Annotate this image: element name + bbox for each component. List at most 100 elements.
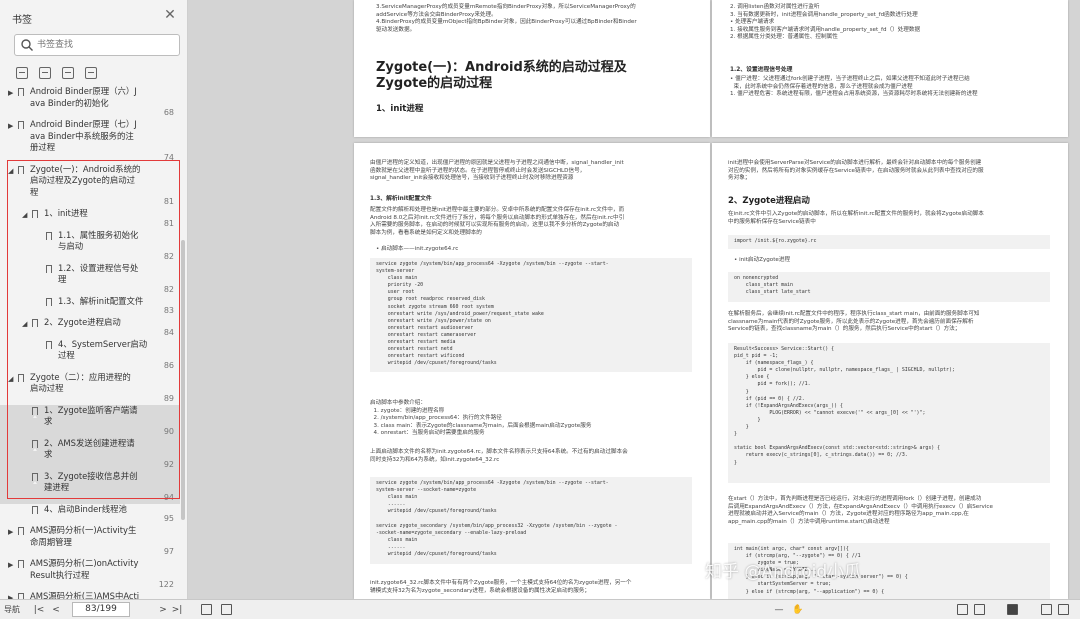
page-text: init.zygote64_32.rc脚本文件中有有两个Zygote服务，一个主…	[370, 580, 632, 594]
bookmark-icon	[18, 527, 24, 538]
bookmark-label: 1.1、属性服务初始化 与启动	[58, 229, 139, 252]
close-icon[interactable]: ✕	[162, 7, 178, 23]
prev-page-icon[interactable]: <	[50, 603, 62, 617]
bookmark-icon	[32, 319, 38, 330]
zoom-out-icon[interactable]: —	[772, 603, 786, 617]
bookmark-page-number: 82	[163, 251, 174, 261]
bookmark-item[interactable]: 1.2、设置进程信号处 理 82	[0, 263, 180, 296]
bookmark-label: 2、AMS发送创建进程请 求	[44, 437, 135, 460]
bookmark-options-icon[interactable]	[85, 67, 98, 79]
bookmark-toolbar	[16, 64, 103, 79]
play-icon[interactable]	[1007, 604, 1018, 615]
page-number-input[interactable]: 83/199	[72, 602, 130, 617]
fit-page-icon[interactable]	[1058, 604, 1069, 615]
bookmark-page-number: 81	[163, 197, 174, 206]
page-bottom-left: 由僵尸进程的定义知道，出现僵尸进程的原因就是父进程与子进程之间通信中断，sign…	[354, 143, 710, 599]
bookmark-page-number: 74	[163, 152, 174, 162]
bookmark-item[interactable]: ▶ AMS源码分析(一)Activity生 命周期管理 97	[0, 525, 180, 558]
bookmark-item[interactable]: ▶ Android Binder原理（六）J ava Binder的初始化 68	[0, 86, 180, 119]
bookmark-page-number: 84	[163, 327, 174, 337]
section-heading: 1、init进程	[376, 104, 424, 114]
page-top-left: 3.ServiceManagerProxy的成员变量mRemote指向Binde…	[354, 0, 710, 137]
bookmark-icon	[32, 406, 38, 418]
bookmark-item[interactable]: 1.3、解析init配置文件 83	[0, 296, 180, 318]
bookmark-item[interactable]: ◢ Zygote(一)：Android系统的 启动过程及Zygote的启动过 程 8…	[0, 164, 180, 209]
bookmark-page-number: 89	[163, 393, 174, 403]
bookmark-page-number: 82	[163, 284, 174, 294]
bookmark-icon	[46, 340, 52, 352]
code-block: service zygote /system/bin/app_process64…	[370, 477, 692, 564]
bookmark-icon	[18, 560, 24, 571]
bookmark-item[interactable]: ▶ AMS源码分析(二)onActivity Result执行过程 122	[0, 558, 180, 591]
expand-icon[interactable]: ▶	[8, 121, 16, 133]
document-view[interactable]: 3.ServiceManagerProxy的成员变量mRemote指向Binde…	[189, 0, 1080, 599]
bullet-text: • 启动脚本——init.zygote64.rc	[376, 246, 459, 252]
bookmark-item[interactable]: 3、Zygote接收信息并创 建进程 94	[0, 470, 180, 504]
nav-label[interactable]: 导航	[2, 603, 22, 617]
page-bottom-right: init进程中会使用ServerParse对Service的启动脚本进行解析，最…	[712, 143, 1068, 599]
bookmark-label: 4、SystemServer启动 过程	[58, 338, 148, 361]
page-heading: Zygote(一)：Android系统的启动过程及 Zygote的启动过程	[376, 60, 627, 91]
bookmark-item[interactable]: ◢ 1、init进程 81	[0, 208, 180, 230]
page-top-right: 2. 调用listen函数对对属性进行监听 3. 当有数据更新时，init进程会…	[712, 0, 1068, 137]
bookmark-search-input[interactable]	[37, 37, 175, 53]
page-text: 配置文件的解析和处理也是init进程中最主要的部分。安卓中所系统的配置文件保存在…	[370, 207, 625, 236]
bookmark-page-number: 90	[163, 426, 174, 436]
watermark-text: 知乎 @Android小瓜	[705, 562, 862, 582]
add-bookmark-icon[interactable]	[62, 67, 75, 79]
collapse-icon[interactable]: ◢	[22, 210, 30, 222]
sidebar-scrollbar[interactable]	[181, 240, 185, 520]
bookmark-label: Zygote(一)：Android系统的 启动过程及Zygote的启动过 程	[30, 163, 141, 197]
bookmark-item[interactable]: 4、SystemServer启动 过程 86	[0, 339, 180, 372]
bookmark-icon	[32, 210, 38, 221]
first-page-icon[interactable]: |<	[33, 603, 45, 617]
bookmark-item[interactable]: ◢ 2、Zygote进程启动 84	[0, 317, 180, 339]
bookmark-icon	[18, 373, 24, 385]
expand-icon[interactable]: ▶	[8, 560, 16, 572]
pdf-reader-app: 书签 ✕ ▶ Android Binder原理（六）J ava Binder的初始…	[0, 0, 1080, 619]
bookmark-item[interactable]: 1.1、属性服务初始化 与启动 82	[0, 230, 180, 263]
expand-all-icon[interactable]	[16, 67, 28, 79]
code-block: service zygote /system/bin/app_process64…	[370, 258, 692, 372]
bookmark-icon	[32, 505, 38, 517]
bookmark-label: 1、init进程	[44, 208, 88, 218]
expand-icon[interactable]: ▶	[8, 527, 16, 539]
section-heading: 1.3、解析init配置文件	[370, 196, 432, 202]
page-text: 3.ServiceManagerProxy的成员变量mRemote指向Binde…	[376, 4, 637, 33]
bookmark-item[interactable]: ▶ Android Binder原理（七）J ava Binder中系统服务的注 …	[0, 119, 180, 164]
bookmark-item[interactable]: 4、启动Binder线程池 95	[0, 504, 180, 526]
collapse-all-icon[interactable]	[39, 67, 52, 79]
collapse-icon[interactable]: ◢	[22, 319, 30, 331]
bookmark-item[interactable]: ◢ Zygote（二）：应用进程的 启动过程 89	[0, 372, 180, 405]
page-text: 启动脚本中参数介绍： 1. zygote：创建的进程名称 2. /system/…	[370, 400, 592, 437]
bookmark-page-number: 86	[163, 360, 174, 370]
hand-tool-icon[interactable]: ✋	[791, 603, 805, 617]
bookmark-label: Zygote（二）：应用进程的 启动过程	[30, 371, 131, 394]
bookmark-page-number: 97	[163, 547, 174, 556]
forward-icon[interactable]	[221, 604, 232, 615]
collapse-icon[interactable]: ◢	[8, 374, 16, 386]
expand-icon[interactable]: ▶	[8, 88, 16, 100]
bookmark-item[interactable]: ▶AMS源码分析(三)AMS中Acti vity栈管理详解127	[0, 591, 180, 599]
back-icon[interactable]	[201, 604, 212, 615]
fit-width-icon[interactable]	[1041, 604, 1052, 615]
section-heading: 2、Zygote进程启动	[728, 196, 810, 206]
sidebar-header: 书签 ✕	[0, 0, 187, 32]
bookmark-item[interactable]: 2、AMS发送创建进程请 求 92	[0, 437, 180, 471]
bookmark-label: AMS源码分析(二)onActivity Result执行过程	[30, 558, 139, 580]
search-icon	[21, 39, 33, 51]
single-page-icon[interactable]	[957, 604, 968, 615]
bookmark-icon	[46, 264, 52, 276]
bookmark-page-number: 122	[158, 580, 174, 589]
bookmark-icon	[32, 472, 38, 484]
two-page-icon[interactable]	[974, 604, 985, 615]
bookmark-icon	[18, 88, 24, 99]
code-block: Result<Success> Service::Start() { pid_t…	[728, 343, 1050, 483]
bookmark-search-box[interactable]	[14, 34, 180, 56]
sidebar-title: 书签	[12, 15, 32, 26]
collapse-icon[interactable]: ◢	[8, 166, 16, 178]
last-page-icon[interactable]: >|	[170, 603, 184, 617]
page-text: 由僵尸进程的定义知道，出现僵尸进程的原因就是父进程与子进程之间通信中断，sign…	[370, 160, 624, 182]
next-page-icon[interactable]: >	[157, 603, 169, 617]
bookmark-item[interactable]: 1、Zygote监听客户端请 求 90	[0, 404, 180, 438]
